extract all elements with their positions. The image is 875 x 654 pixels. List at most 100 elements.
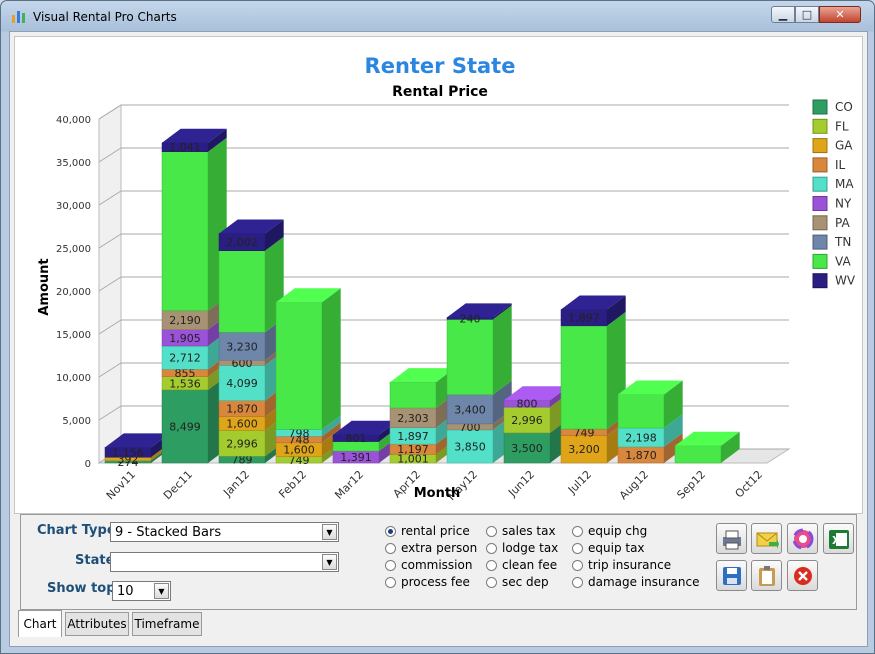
maximize-button[interactable]: □ (795, 6, 819, 23)
show-top-value: 10 (117, 584, 134, 599)
data-label: 800 (517, 398, 538, 411)
radio-dot[interactable] (572, 576, 583, 588)
client-area: Renter State Rental Price 0 5,000 10,000 15… (9, 31, 868, 647)
data-label: 2,190 (169, 314, 201, 327)
chart-heading: Renter State (365, 54, 516, 78)
clipboard-button[interactable] (751, 560, 782, 591)
legend-label: WV (835, 274, 856, 288)
bar-side (322, 288, 341, 430)
x-tick-label: Jul12 (565, 468, 594, 497)
radio-label: damage insurance (588, 575, 700, 589)
minimize-button[interactable]: ▁ (771, 6, 795, 23)
save-button[interactable] (716, 560, 747, 591)
legend-label: IL (835, 158, 846, 172)
data-label: 1,197 (397, 443, 429, 456)
tab-chart[interactable]: Chart (18, 610, 62, 637)
data-label: 1,870 (625, 449, 657, 462)
stacked-bar-chart: Renter State Rental Price 0 5,000 10,000 15… (37, 54, 856, 503)
save-icon (722, 566, 741, 585)
radio-trip-insurance[interactable]: trip insurance (572, 558, 671, 572)
radio-label: process fee (401, 575, 470, 589)
data-label: 1,897 (568, 312, 600, 325)
data-label: 1,391 (340, 451, 372, 464)
radio-equip-tax[interactable]: equip tax (572, 541, 645, 555)
legend-label: VA (835, 254, 851, 268)
radio-sales-tax[interactable]: sales tax (486, 524, 556, 538)
cancel-button[interactable] (787, 560, 818, 591)
y-axis: 0 5,000 10,000 15,000 20,000 25,000 30,000 35,0… (56, 115, 91, 470)
radio-dot[interactable] (486, 559, 497, 571)
radio-dot[interactable] (572, 525, 583, 537)
print-button[interactable] (716, 523, 747, 554)
legend-swatch (812, 196, 828, 211)
radio-sec-dep[interactable]: sec dep (486, 575, 549, 589)
legend-swatch (812, 253, 828, 269)
y-tick-label: 30,000 (56, 201, 91, 212)
bar-segment (218, 250, 266, 333)
radio-commission[interactable]: commission (385, 558, 472, 572)
tab-timeframe[interactable]: Timeframe (132, 612, 202, 636)
color-palette-icon (792, 528, 813, 549)
chevron-down-icon[interactable]: ▼ (322, 524, 337, 540)
radio-rental-price[interactable]: rental price (385, 524, 470, 538)
y-tick-label: 10,000 (56, 373, 91, 384)
x-tick-label: Feb12 (276, 468, 309, 501)
radio-dot[interactable] (572, 559, 583, 571)
legend-swatch (812, 234, 828, 250)
radio-dot[interactable] (486, 576, 497, 588)
radio-lodge-tax[interactable]: lodge tax (486, 541, 558, 555)
window-title: Visual Rental Pro Charts (33, 10, 177, 24)
data-label: 8,499 (169, 420, 201, 433)
state-select[interactable]: ▼ (110, 552, 339, 572)
radio-label: rental price (401, 524, 470, 538)
radio-clean-fee[interactable]: clean fee (486, 558, 557, 572)
title-bar[interactable]: Visual Rental Pro Charts ▁ □ ✕ (1, 1, 874, 31)
tab-attributes[interactable]: Attributes (65, 612, 129, 636)
data-label: 1,897 (397, 430, 429, 443)
radio-damage-insurance[interactable]: damage insurance (572, 575, 700, 589)
email-button[interactable] (751, 523, 782, 554)
show-top-select[interactable]: 10 ▼ (112, 581, 171, 601)
legend-label: CO (835, 100, 853, 114)
chevron-down-icon[interactable]: ▼ (154, 583, 169, 599)
data-label: 2,712 (169, 352, 201, 365)
y-tick-label: 5,000 (62, 416, 91, 427)
radio-dot[interactable] (385, 559, 396, 571)
excel-button[interactable]: X (823, 523, 854, 554)
x-tick-label: Sep12 (674, 468, 708, 502)
radio-dot[interactable] (385, 542, 396, 554)
y-tick-label: 0 (85, 459, 91, 470)
options-panel: Chart Type 9 - Stacked Bars ▼ State ▼ Sh… (20, 514, 857, 610)
chevron-down-icon[interactable]: ▼ (322, 554, 337, 570)
y-tick-label: 20,000 (56, 287, 91, 298)
data-label: 3,230 (226, 340, 258, 353)
close-button[interactable]: ✕ (819, 6, 861, 23)
radio-dot[interactable] (385, 525, 396, 537)
radio-equip-chg[interactable]: equip chg (572, 524, 647, 538)
x-tick-label: Aug12 (617, 468, 651, 502)
data-label: 1,905 (169, 332, 201, 345)
bars: 2743921,1568,4991,5368552,7121,9052,1901… (104, 128, 740, 469)
radio-dot[interactable] (385, 576, 396, 588)
radio-dot[interactable] (572, 542, 583, 554)
bar-segment (389, 381, 437, 409)
color-button[interactable] (787, 523, 818, 554)
data-label: 1,600 (226, 418, 258, 431)
data-label: 3,200 (568, 443, 600, 456)
radio-process-fee[interactable]: process fee (385, 575, 470, 589)
radio-dot[interactable] (486, 525, 497, 537)
x-tick-label: Dec11 (161, 468, 195, 502)
radio-extra-person[interactable]: extra person (385, 541, 477, 555)
show-top-label: Show top (47, 581, 116, 596)
chart-type-select[interactable]: 9 - Stacked Bars ▼ (110, 522, 339, 542)
x-tick-label: Jan12 (220, 468, 252, 500)
radio-label: trip insurance (588, 558, 672, 572)
bar-segment (617, 394, 665, 429)
app-window: Visual Rental Pro Charts ▁ □ ✕ Renter St… (0, 0, 875, 654)
state-label: State (75, 553, 115, 568)
radio-dot[interactable] (486, 542, 497, 554)
legend: CO FL GA IL MA NY PA TN VA WV (812, 99, 856, 289)
legend-swatch (812, 176, 828, 192)
y-tick-label: 25,000 (56, 244, 91, 255)
bar-segment (275, 301, 323, 430)
